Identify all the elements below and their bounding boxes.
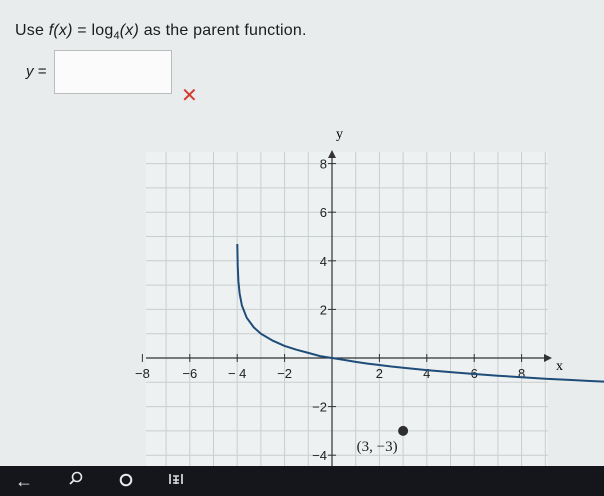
recent-apps-icon[interactable] xyxy=(162,470,190,492)
x-tick-label: 4 xyxy=(423,366,430,381)
y-axis-label: y xyxy=(336,127,343,142)
y-tick-label: 2 xyxy=(320,302,327,317)
search-icon[interactable] xyxy=(62,470,90,492)
x-axis-label: x xyxy=(556,359,563,374)
x-tick-label: −8 xyxy=(135,366,150,381)
x-tick-label: 8 xyxy=(518,366,525,381)
x-tick-label: − 4 xyxy=(228,366,246,381)
y-tick-label: 8 xyxy=(320,157,327,172)
x-tick-label: 2 xyxy=(376,366,383,381)
taskbar: ← xyxy=(0,466,604,496)
x-tick-label: −6 xyxy=(182,366,197,381)
y-tick-label: 6 xyxy=(320,205,327,220)
x-tick-label: −2 xyxy=(277,366,292,381)
y-tick-label: 4 xyxy=(320,254,327,269)
y-tick-label: −2 xyxy=(312,400,327,415)
back-arrow-icon[interactable]: ← xyxy=(10,470,38,492)
data-point xyxy=(398,425,409,436)
graph: xy−8 −6− 4 −2 2 4 6 88642−2−4(3, −3) xyxy=(135,127,604,466)
point-label: (3, −3) xyxy=(357,439,398,455)
y-tick-label: −4 xyxy=(312,448,327,463)
home-icon[interactable] xyxy=(112,470,140,492)
